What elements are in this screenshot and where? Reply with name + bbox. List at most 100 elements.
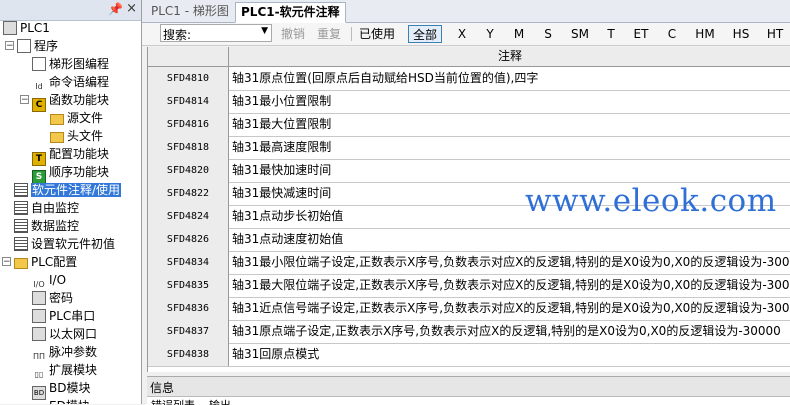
tree-item-password[interactable]: 密码 <box>32 289 73 307</box>
tree-item-ethernet[interactable]: 以太网口 <box>32 325 97 343</box>
tree-item-device-init[interactable]: 设置软元件初值 <box>14 235 115 253</box>
tab-device-comments[interactable]: PLC1-软元件注释 <box>235 2 346 23</box>
ethernet-icon <box>32 327 46 341</box>
folder-icon <box>50 114 64 125</box>
grid-corner <box>148 47 229 66</box>
collapse-toggle[interactable]: − <box>2 257 11 267</box>
tree-item-bd-module[interactable]: BD BD模块 <box>32 379 91 400</box>
tree-item-label: BD模块 <box>49 381 91 395</box>
comment-column-header[interactable]: 注释 <box>229 47 790 66</box>
device-cell: SFD4820 <box>148 159 229 182</box>
comment-cell[interactable]: 轴31点动速度初始值 <box>232 228 790 251</box>
tree-item-ed-module[interactable]: EDED模块 <box>32 397 90 404</box>
device-cell: SFD4836 <box>148 297 229 320</box>
collapse-toggle[interactable]: − <box>5 41 14 51</box>
filter-button-s[interactable]: S <box>536 25 560 43</box>
device-cell: SFD4822 <box>148 182 229 205</box>
toolbar-divider <box>351 27 352 41</box>
tree-item-label: 软元件注释/使用 <box>31 183 122 197</box>
comment-cell[interactable]: 轴31最高速度限制 <box>232 136 790 159</box>
folder-icon <box>14 258 28 269</box>
filter-button-hs[interactable]: HS <box>726 25 756 43</box>
project-tree-panel: 📌 × PLC1− 程序 梯形图编程 Id 命令语编程 − C 函数功能块 源文件 头文件 T 配置功… <box>0 0 142 404</box>
used-filter-button[interactable]: 已使用 <box>356 25 398 43</box>
filter-button-m[interactable]: M <box>506 25 532 43</box>
comment-cell[interactable]: 轴31最小限位端子设定,正数表示X序号,负数表示对应X的反逻辑,特别的是X0设为… <box>232 251 790 274</box>
comment-cell[interactable]: 轴31最快加速时间 <box>232 159 790 182</box>
doc-icon <box>17 39 31 53</box>
comment-cell[interactable]: 轴31最大位置限制 <box>232 113 790 136</box>
table-row[interactable]: SFD4834 轴31最小限位端子设定,正数表示X序号,负数表示对应X的反逻辑,特… <box>148 251 790 275</box>
tree-item-data-monitor[interactable]: 数据监控 <box>14 217 79 235</box>
tab-ladder[interactable]: PLC1 - 梯形图 <box>146 2 234 21</box>
filter-button-c[interactable]: C <box>660 25 684 43</box>
tree-item-label: 配置功能块 <box>49 147 110 161</box>
collapse-toggle[interactable]: − <box>20 95 29 105</box>
filter-button-et[interactable]: ET <box>626 25 656 43</box>
table-row[interactable]: SFD4836 轴31近点信号端子设定,正数表示X序号,负数表示对应X的反逻辑,特… <box>148 297 790 321</box>
close-icon[interactable]: × <box>126 1 137 16</box>
comment-cell[interactable]: 轴31原点位置(回原点后自动赋给HSD当前位置的值),四字 <box>232 67 790 90</box>
tree-item-instruction[interactable]: Id 命令语编程 <box>32 73 109 91</box>
tree-item-label: PLC配置 <box>31 255 78 269</box>
pin-icon[interactable]: 📌 <box>108 2 123 16</box>
tree-item-program[interactable]: 程序 <box>17 37 58 55</box>
tree-item-io[interactable]: I/O I/O <box>32 271 66 289</box>
table-row[interactable]: SFD4820 轴31最快加速时间 <box>148 159 790 183</box>
tree-item-plc-config[interactable]: PLC配置 <box>14 253 77 271</box>
info-label: 信息 <box>150 381 175 395</box>
tree-item-sequence-block[interactable]: S 顺序功能块 <box>32 163 109 184</box>
monitor-icon <box>14 201 28 215</box>
filter-button-t[interactable]: T <box>600 25 622 43</box>
tree-item-label: 设置软元件初值 <box>31 237 116 251</box>
filter-button-hm[interactable]: HM <box>688 25 722 43</box>
tree-item-source[interactable]: 源文件 <box>50 109 103 127</box>
plc-icon <box>3 21 17 35</box>
device-cell: SFD4810 <box>148 67 229 90</box>
chevron-down-icon[interactable]: ▼ <box>261 26 268 36</box>
tree-item-label: 程序 <box>34 39 59 53</box>
filter-button-ht[interactable]: HT <box>760 25 790 43</box>
search-dropdown[interactable]: 搜索: ▼ <box>160 24 272 42</box>
table-row[interactable]: SFD4838 轴31回原点模式 <box>148 343 790 367</box>
filter-button-x[interactable]: X <box>450 25 474 43</box>
comment-cell[interactable]: 轴31近点信号端子设定,正数表示X序号,负数表示对应X的反逻辑,特别的是X0设为… <box>232 297 790 320</box>
tree-item-label: 命令语编程 <box>49 75 110 89</box>
redo-button[interactable]: 重复 <box>314 25 344 43</box>
table-row[interactable]: SFD4810 轴31原点位置(回原点后自动赋给HSD当前位置的值),四字 <box>148 67 790 91</box>
tree-item-plc-serial[interactable]: PLC串口 <box>32 307 95 325</box>
tree-item-pulse[interactable]: ΠΠ 脉冲参数 <box>32 343 97 361</box>
tree-item-expansion[interactable]: ▯▯ 扩展模块 <box>32 361 97 379</box>
device-cell: SFD4835 <box>148 274 229 297</box>
tree-item-free-monitor[interactable]: 自由监控 <box>14 199 79 217</box>
table-row[interactable]: SFD4837 轴31原点端子设定,正数表示X序号,负数表示对应X的反逻辑,特别的… <box>148 320 790 344</box>
comment-cell[interactable]: 轴31最大限位端子设定,正数表示X序号,负数表示对应X的反逻辑,特别的是X0设为… <box>232 274 790 297</box>
comment-cell[interactable]: 轴31最小位置限制 <box>232 90 790 113</box>
table-row[interactable]: SFD4826 轴31点动速度初始值 <box>148 228 790 252</box>
undo-button[interactable]: 撤销 <box>278 25 308 43</box>
c-block-icon: C <box>32 98 46 112</box>
table-row[interactable]: SFD4818 轴31最高速度限制 <box>148 136 790 160</box>
tree-item-config-block[interactable]: T 配置功能块 <box>32 145 110 166</box>
tree-item-label: 函数功能块 <box>49 93 110 107</box>
comment-cell[interactable]: 轴31原点端子设定,正数表示X序号,负数表示对应X的反逻辑,特别的是X0设为0,… <box>232 320 790 343</box>
all-filter-button[interactable]: 全部 <box>408 25 442 43</box>
table-row[interactable]: SFD4814 轴31最小位置限制 <box>148 90 790 114</box>
comment-cell[interactable]: 轴31回原点模式 <box>232 343 790 366</box>
table-row[interactable]: SFD4816 轴31最大位置限制 <box>148 113 790 137</box>
tree-root-plc1[interactable]: PLC1 <box>3 19 50 37</box>
tree-item-header[interactable]: 头文件 <box>50 127 103 145</box>
tree-item-device-comments[interactable]: 软元件注释/使用 <box>14 181 122 199</box>
table-row[interactable]: SFD4835 轴31最大限位端子设定,正数表示X序号,负数表示对应X的反逻辑,特… <box>148 274 790 298</box>
device-cell: SFD4824 <box>148 205 229 228</box>
editor-tabs: PLC1 - 梯形图 PLC1-软元件注释 <box>142 0 790 23</box>
tree-item-label: 数据监控 <box>31 219 80 233</box>
tree-item-functions[interactable]: C 函数功能块 <box>32 91 110 112</box>
grid-icon <box>14 237 28 251</box>
device-cell: SFD4814 <box>148 90 229 113</box>
filter-button-sm[interactable]: SM <box>564 25 596 43</box>
filter-button-y[interactable]: Y <box>478 25 502 43</box>
tree-item-ladder[interactable]: 梯形图编程 <box>32 55 109 73</box>
device-cell: SFD4838 <box>148 343 229 366</box>
monitor-icon <box>14 219 28 233</box>
